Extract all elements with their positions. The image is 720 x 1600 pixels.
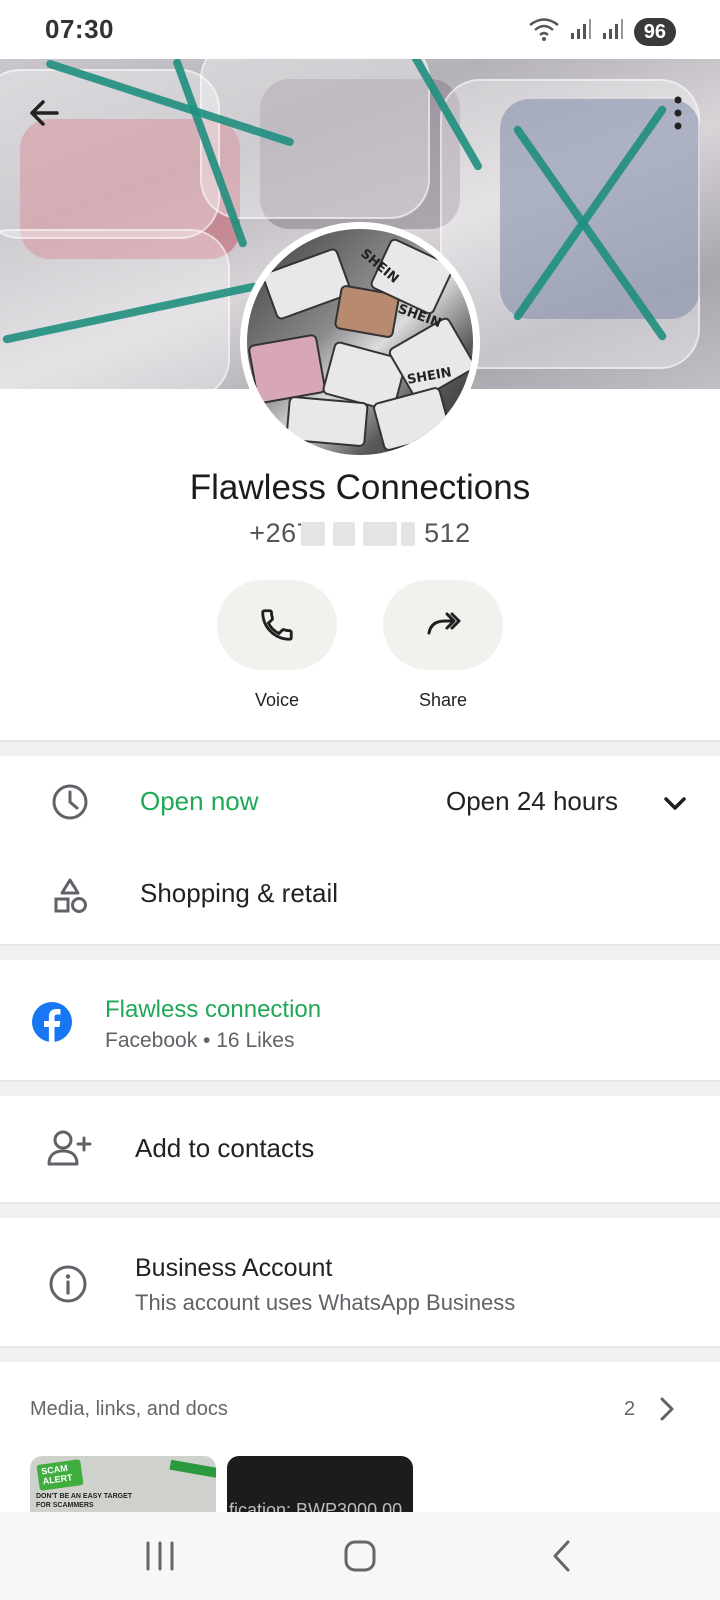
facebook-icon xyxy=(30,1000,74,1044)
home-icon xyxy=(344,1540,376,1572)
category-label: Shopping & retail xyxy=(140,878,339,908)
status-time: 07:30 xyxy=(45,14,114,44)
phone-redaction xyxy=(301,522,326,546)
business-account-row[interactable]: Business Account This account uses Whats… xyxy=(0,1218,720,1346)
phone-number: +267 512 xyxy=(249,518,470,549)
scam-alert-badge: SCAM ALERT xyxy=(36,1459,84,1491)
section-divider xyxy=(0,740,720,756)
section-divider xyxy=(0,1202,720,1218)
phone-suffix: 512 xyxy=(424,518,471,548)
section-divider xyxy=(0,944,720,960)
chevron-down-icon[interactable] xyxy=(660,788,690,818)
signal-icon xyxy=(570,18,592,45)
clock-icon xyxy=(48,780,92,824)
phone-icon xyxy=(261,609,293,641)
signal-icon-2 xyxy=(602,18,624,45)
system-nav-bar xyxy=(0,1512,720,1600)
profile-phone: +267 512 xyxy=(0,518,720,549)
avatar-bag xyxy=(247,333,327,405)
business-account-subtitle: This account uses WhatsApp Business xyxy=(135,1290,516,1315)
avatar-bag xyxy=(285,395,369,448)
cover-bale xyxy=(0,229,230,389)
status-bar: 07:30 96 xyxy=(0,0,720,59)
system-back-icon xyxy=(553,1540,570,1572)
recent-apps-icon xyxy=(146,1541,174,1571)
add-to-contacts-label: Add to contacts xyxy=(135,1133,315,1163)
phone-redaction xyxy=(401,522,416,546)
back-button[interactable] xyxy=(20,88,70,138)
section-divider xyxy=(0,1346,720,1362)
system-back-button[interactable] xyxy=(532,1534,592,1578)
avatar-image: SHEIN SHEIN SHEIN xyxy=(247,229,473,455)
thumbnail-stripe xyxy=(169,1459,216,1479)
home-button[interactable] xyxy=(330,1534,390,1578)
share-label: Share xyxy=(418,690,468,710)
cover-bale xyxy=(200,59,430,219)
kebab-menu-icon xyxy=(674,96,682,130)
business-account-title: Business Account xyxy=(135,1254,333,1282)
section-divider xyxy=(0,1080,720,1096)
profile-name: Flawless Connections xyxy=(189,468,531,507)
facebook-title[interactable]: Flawless connection xyxy=(105,996,321,1024)
facebook-subtitle: Facebook • 16 Likes xyxy=(105,1029,295,1052)
thumbnail-text: fication: BWP3000.00 xyxy=(229,1500,403,1512)
info-icon xyxy=(46,1262,90,1306)
media-thumbnail[interactable]: SCAM ALERT DON'T BE AN EASY TARGET FOR S… xyxy=(30,1456,216,1512)
phone-redaction xyxy=(363,522,398,546)
recent-apps-button[interactable] xyxy=(130,1534,190,1578)
status-icons: 96 xyxy=(528,16,676,47)
battery-badge: 96 xyxy=(633,17,676,46)
back-arrow-icon xyxy=(30,100,59,126)
phone-redaction xyxy=(333,522,356,546)
media-thumbnail[interactable]: fication: BWP3000.00 xyxy=(227,1456,413,1512)
category-row: Shopping & retail xyxy=(0,848,720,944)
voice-call-button[interactable]: Voice xyxy=(217,580,337,711)
media-count[interactable]: 2 xyxy=(624,1398,635,1421)
open-status: Open now xyxy=(140,786,259,816)
voice-label: Voice xyxy=(254,690,300,710)
media-section-title[interactable]: Media, links, and docs xyxy=(30,1398,228,1421)
add-person-icon xyxy=(44,1126,94,1170)
share-button[interactable]: Share xyxy=(383,580,503,711)
hours-text: Open 24 hours xyxy=(446,786,619,816)
shapes-icon xyxy=(48,874,92,918)
profile-avatar[interactable]: SHEIN SHEIN SHEIN xyxy=(240,222,480,462)
wifi-icon xyxy=(528,16,560,47)
facebook-row[interactable]: Flawless connection Facebook • 16 Likes xyxy=(0,960,720,1080)
forward-arrow-icon xyxy=(427,612,461,635)
voice-pill[interactable] xyxy=(217,580,337,670)
business-hours-row[interactable]: Open now Open 24 hours xyxy=(0,756,720,848)
add-to-contacts-row[interactable]: Add to contacts xyxy=(0,1096,720,1202)
share-pill[interactable] xyxy=(383,580,503,670)
more-options-button[interactable] xyxy=(658,88,698,138)
thumbnail-caption: DON'T BE AN EASY TARGET FOR SCAMMERS xyxy=(36,1493,133,1509)
chevron-right-icon[interactable] xyxy=(656,1394,678,1429)
